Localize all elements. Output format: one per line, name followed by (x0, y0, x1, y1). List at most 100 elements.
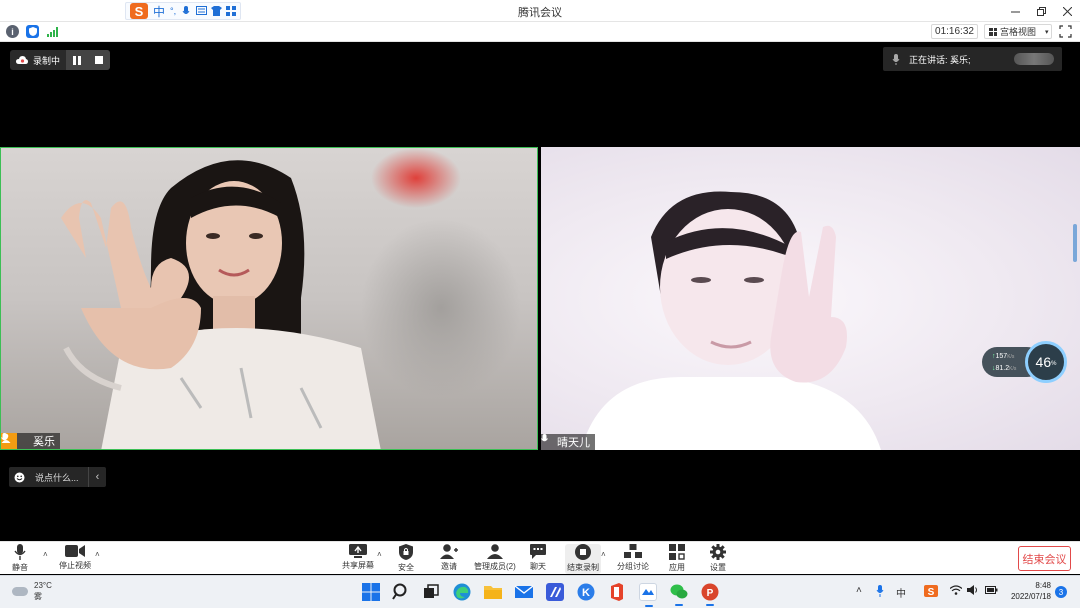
system-clock[interactable]: 8:48 2022/07/18 (1005, 580, 1051, 602)
security-shield-icon[interactable] (26, 25, 39, 38)
audio-options-chevron-up-icon[interactable]: ˄ (43, 550, 48, 559)
stop-recording-button[interactable] (88, 50, 111, 70)
notification-badge[interactable]: 3 (1055, 586, 1067, 598)
fullscreen-icon[interactable] (1059, 25, 1072, 38)
file-explorer-icon[interactable] (484, 583, 502, 601)
recording-options-chevron-up-icon[interactable]: ˄ (601, 550, 606, 559)
task-view-icon[interactable] (422, 583, 440, 601)
wechat-icon[interactable] (670, 583, 688, 606)
emoji-button[interactable] (9, 472, 29, 483)
cpu-usage-value: 46 (1035, 354, 1052, 370)
battery-icon[interactable] (985, 585, 998, 598)
security-button[interactable]: 安全 (398, 544, 414, 574)
office-icon[interactable] (608, 583, 626, 601)
participant-name: 奚乐 (33, 436, 55, 448)
close-button[interactable] (1054, 0, 1080, 22)
meeting-info-icon[interactable]: i (6, 25, 19, 38)
invite-button[interactable]: 邀请 (440, 544, 458, 574)
ime-punct-toggle[interactable]: °, (170, 6, 176, 16)
end-recording-label: 结束录制 (567, 563, 599, 572)
restore-button[interactable] (1028, 0, 1054, 22)
chevron-down-icon: ▾ (1045, 28, 1049, 36)
powerpoint-icon[interactable]: P (701, 583, 719, 606)
settings-label: 设置 (710, 563, 726, 572)
meeting-timer: 01:16:32 (931, 24, 978, 39)
toolbox-icon[interactable] (226, 6, 237, 16)
stop-video-button[interactable]: 停止视频 (59, 544, 91, 574)
tray-microphone-icon[interactable] (876, 585, 884, 600)
participant-name: 晴天儿 (557, 437, 590, 449)
window-controls (1002, 0, 1080, 22)
chat-label: 聊天 (530, 562, 546, 571)
share-options-chevron-up-icon[interactable]: ˄ (377, 550, 382, 559)
view-mode-dropdown[interactable]: 宫格视图 ▾ (984, 24, 1052, 39)
breakout-rooms-button[interactable]: 分组讨论 (617, 544, 649, 574)
ime-toolbar[interactable]: S 中 °, (125, 2, 242, 20)
signal-strength-icon[interactable] (46, 25, 59, 38)
skin-icon[interactable] (211, 6, 223, 16)
os-taskbar: 23°C 雾 K P ˄ 中 S 8:48 2022/07/18 3 (0, 575, 1080, 608)
weather-widget[interactable]: 23°C 雾 (12, 580, 52, 602)
collapse-chat-button[interactable]: ‹ (88, 467, 106, 487)
gear-icon (710, 544, 726, 560)
ime-language-toggle[interactable]: 中 (153, 3, 165, 20)
sogou-logo-icon[interactable]: S (130, 3, 148, 19)
chat-button[interactable]: 聊天 (530, 544, 546, 574)
keyboard-icon[interactable] (196, 6, 208, 16)
edge-browser-icon[interactable] (453, 583, 471, 601)
fog-weather-icon (12, 586, 28, 596)
k-app-icon[interactable]: K (577, 583, 595, 601)
mute-button[interactable]: 静音 (12, 544, 28, 574)
volume-icon[interactable] (967, 585, 979, 598)
add-user-icon (440, 544, 458, 559)
search-icon[interactable] (392, 583, 410, 601)
video-options-chevron-up-icon[interactable]: ˄ (95, 550, 100, 559)
chat-input-field[interactable]: 说点什么... (29, 471, 88, 484)
restore-icon (1036, 6, 1046, 16)
tray-overflow-chevron-up-icon[interactable]: ˄ (856, 585, 862, 596)
weather-temperature: 23°C (34, 581, 52, 590)
tray-sogou-icon[interactable]: S (924, 585, 938, 600)
start-menu-icon[interactable] (362, 583, 380, 601)
minimize-button[interactable] (1002, 0, 1028, 22)
security-label: 安全 (398, 563, 414, 572)
speaker-avatars-blur (1014, 53, 1054, 65)
active-speaker-indicator: 正在讲话: 奚乐; (883, 47, 1062, 71)
share-screen-button[interactable]: 共享屏幕 (342, 544, 374, 574)
participant-name-tag: 奚乐 (1, 433, 60, 449)
download-speed: 81.2 (995, 365, 1010, 372)
share-screen-icon (349, 544, 367, 558)
meeting-toolbar: 静音 ˄ 停止视频 ˄ 共享屏幕 ˄ 安全 邀请 管理成员(2) 聊天 结束录制… (0, 541, 1080, 574)
quick-chat-bar: 说点什么... ‹ (9, 467, 106, 487)
minimize-icon (1010, 11, 1020, 12)
mail-icon[interactable] (514, 583, 534, 601)
code-editor-icon[interactable] (546, 583, 564, 601)
end-meeting-button[interactable]: 结束会议 (1018, 546, 1071, 571)
microphone-icon (14, 544, 26, 560)
apps-button[interactable]: 应用 (669, 544, 685, 574)
side-scroll-handle[interactable] (1073, 224, 1077, 262)
end-recording-button[interactable]: 结束录制 (565, 544, 601, 574)
clock-time: 8:48 (1035, 581, 1051, 590)
tray-ime-mode[interactable]: 中 (896, 585, 906, 600)
mute-label: 静音 (12, 563, 28, 572)
wifi-icon[interactable] (949, 585, 963, 598)
view-mode-label: 宫格视图 (1000, 27, 1037, 37)
microphone-icon (892, 53, 900, 65)
microphone-icon[interactable] (181, 6, 191, 16)
shield-icon (399, 544, 413, 560)
manage-members-button[interactable]: 管理成员(2) (474, 544, 516, 574)
download-unit: K/s (1009, 366, 1017, 372)
network-status-widget[interactable]: ↑157K/s ↓81.2K/s 46% (982, 341, 1067, 383)
apps-grid-icon (669, 544, 685, 560)
video-tile-participant-2[interactable]: 晴天儿 (541, 147, 1080, 450)
settings-button[interactable]: 设置 (710, 544, 726, 574)
tencent-meeting-icon[interactable] (639, 583, 657, 607)
breakout-rooms-icon (624, 544, 642, 558)
pause-icon (73, 55, 82, 65)
stop-record-icon (575, 544, 591, 560)
grid-view-icon (989, 27, 997, 36)
pause-recording-button[interactable] (66, 50, 89, 70)
participant-video-image (61, 148, 521, 449)
video-tile-participant-1[interactable]: 奚乐 (0, 147, 538, 450)
